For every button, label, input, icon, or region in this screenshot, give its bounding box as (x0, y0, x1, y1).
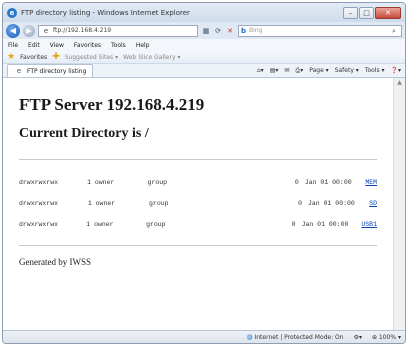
tools-menu[interactable]: Tools ▾ (365, 67, 385, 74)
home-icon[interactable]: ⌂▾ (257, 67, 264, 74)
back-button[interactable]: ◀ (6, 23, 20, 38)
zoom-control[interactable]: ⊕ 100% ▾ (372, 334, 401, 341)
address-actions: ▦ ⟳ ✕ (201, 26, 235, 36)
entry-permissions: drwxrwxrwx (19, 200, 59, 207)
entry-owner: 1 owner (86, 221, 114, 228)
search-icon[interactable]: ⌕ (389, 26, 399, 36)
url-field[interactable]: e ftp://192.168.4.219 (38, 24, 198, 37)
menu-edit[interactable]: Edit (28, 42, 40, 49)
entry-permissions: drwxrwxrwx (19, 221, 59, 228)
feeds-icon[interactable]: ▤▾ (270, 67, 279, 74)
footer-text: Generated by IWSS (19, 257, 91, 267)
ie-logo-icon: e (7, 7, 17, 18)
entry-date: Jan 01 00:00 (308, 200, 355, 207)
menu-file[interactable]: File (8, 42, 18, 49)
menu-help[interactable]: Help (136, 42, 150, 49)
favorites-star-icon: ★ (7, 52, 16, 62)
globe-icon: ◍ (246, 333, 253, 341)
entry-link-usb1[interactable]: USB1 (361, 221, 377, 228)
entry-date: Jan 01 00:00 (301, 221, 349, 228)
zone-settings-icon[interactable]: ⚙▾ (354, 334, 362, 341)
search-box[interactable]: b Bing ⌕ (238, 24, 402, 37)
window-controls: – □ ✕ (343, 6, 401, 19)
forward-arrow-icon: ▶ (26, 26, 32, 35)
entry-size: 0 (294, 179, 299, 186)
tab-ftp-listing[interactable]: e FTP directory listing (7, 64, 94, 77)
close-button[interactable]: ✕ (375, 6, 401, 19)
menu-view[interactable]: View (50, 42, 64, 49)
entry-size: 0 (298, 200, 302, 207)
entry-link-mem[interactable]: MEM (365, 179, 377, 186)
entry-size: 0 (291, 221, 296, 228)
list-item: drwxrwxrwx 1 owner group 0 Jan 01 00:00 … (19, 172, 377, 193)
entry-owner: 1 owner (87, 200, 116, 207)
search-input[interactable]: Bing (249, 27, 386, 34)
menu-favorites[interactable]: Favorites (74, 42, 101, 49)
directory-heading: Current Directory is / (19, 126, 149, 141)
security-zone: ◍ Internet | Protected Mode: On (246, 333, 343, 341)
print-icon[interactable]: ⎙▾ (295, 67, 303, 75)
directory-listing: drwxrwxrwx 1 owner group 0 Jan 01 00:00 … (19, 172, 377, 235)
zone-text: Internet | Protected Mode: On (254, 334, 344, 341)
back-arrow-icon: ◀ (9, 25, 17, 35)
scroll-up-icon[interactable]: ▲ (394, 78, 405, 88)
favorites-bar: ★ Favorites ✚ Suggested Sites ▾ Web Slic… (3, 51, 405, 64)
favorites-button[interactable]: Favorites (20, 54, 47, 61)
entry-group: group (149, 200, 169, 207)
refresh-icon[interactable]: ⟳ (213, 26, 223, 36)
server-heading: FTP Server 192.168.4.219 (19, 95, 205, 114)
browser-window: e FTP directory listing - Windows Intern… (2, 2, 406, 344)
suggested-sites-link[interactable]: Suggested Sites ▾ (65, 54, 118, 61)
window-title: FTP directory listing - Windows Internet… (21, 8, 190, 17)
zoom-level: 100% (378, 333, 397, 341)
mail-icon[interactable]: ✉ (284, 67, 289, 74)
status-bar: ◍ Internet | Protected Mode: On ⚙▾ ⊕ 100… (3, 330, 405, 343)
title-bar: e FTP directory listing - Windows Intern… (3, 3, 405, 22)
vertical-scrollbar[interactable]: ▲ (393, 78, 405, 330)
web-slice-gallery-link[interactable]: Web Slice Gallery ▾ (123, 54, 180, 61)
entry-group: group (146, 221, 166, 228)
page-menu[interactable]: Page ▾ (309, 67, 328, 74)
entry-owner: 1 owner (87, 179, 115, 186)
tab-bar: e FTP directory listing ⌂▾ ▤▾ ✉ ⎙▾ Page … (3, 64, 405, 78)
divider (19, 245, 377, 246)
page-icon: e (43, 26, 49, 35)
entry-date: Jan 01 00:00 (304, 179, 352, 186)
entry-group: group (147, 179, 168, 186)
command-bar: ⌂▾ ▤▾ ✉ ⎙▾ Page ▾ Safety ▾ Tools ▾ ❓▾ (257, 67, 401, 75)
entry-permissions: drwxrwxrwx (19, 179, 59, 186)
compatibility-view-icon[interactable]: ▦ (201, 26, 211, 36)
minimize-button[interactable]: – (343, 6, 358, 19)
address-bar: ◀ ▶ e ftp://192.168.4.219 ▦ ⟳ ✕ b Bing ⌕ (3, 22, 405, 39)
add-favorites-icon[interactable]: ✚ (52, 52, 60, 62)
page-content: FTP Server 192.168.4.219 Current Directo… (3, 78, 393, 330)
menu-tools[interactable]: Tools (111, 42, 126, 49)
divider (19, 159, 377, 160)
forward-button[interactable]: ▶ (23, 24, 35, 37)
entry-link-sd[interactable]: SD (369, 200, 377, 207)
help-menu-icon[interactable]: ❓▾ (391, 67, 401, 74)
url-text: ftp://192.168.4.219 (53, 27, 112, 34)
list-item: drwxrwxrwx 1 owner group 0 Jan 01 00:00 … (19, 214, 377, 235)
tab-page-icon: e (16, 67, 22, 75)
stop-icon[interactable]: ✕ (225, 26, 235, 36)
zoom-icon: ⊕ (371, 333, 377, 341)
bing-logo-icon: b (241, 26, 247, 35)
maximize-button[interactable]: □ (359, 6, 374, 19)
tab-title: FTP directory listing (27, 67, 87, 75)
list-item: drwxrwxrwx 1 owner group 0 Jan 01 00:00 … (19, 193, 377, 214)
safety-menu[interactable]: Safety ▾ (335, 67, 359, 74)
menu-bar: File Edit View Favorites Tools Help (3, 39, 405, 51)
